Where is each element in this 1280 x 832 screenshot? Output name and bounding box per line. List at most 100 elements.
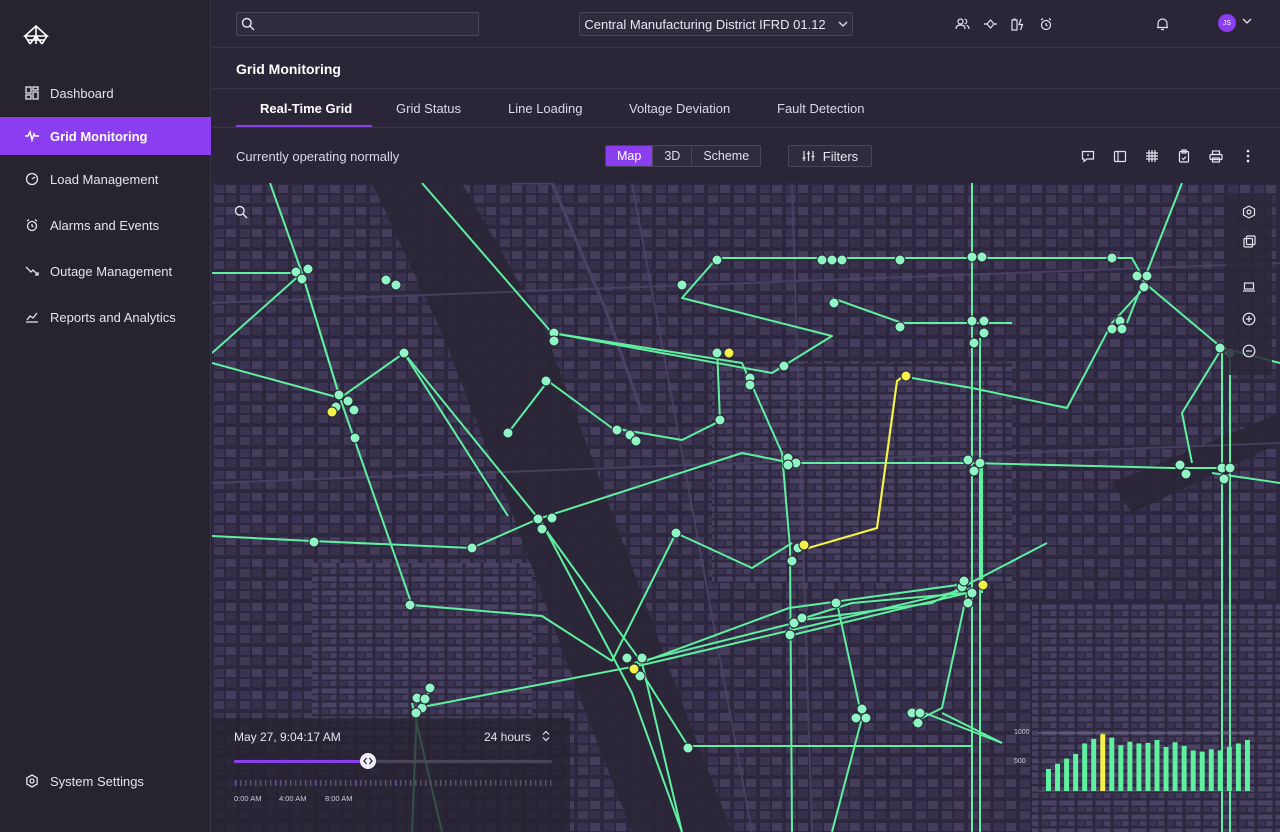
grid-node	[621, 652, 633, 664]
users-icon[interactable]	[954, 16, 970, 32]
grid-node	[611, 424, 623, 436]
tick-label: 4:00 AM	[279, 794, 307, 803]
grid-node	[404, 599, 416, 611]
timeline-tick	[335, 780, 337, 786]
grid-node	[816, 254, 828, 266]
more-vertical-icon[interactable]	[1240, 148, 1256, 164]
search-input[interactable]	[236, 12, 479, 36]
grid-icon[interactable]	[1144, 148, 1160, 164]
zoom-in-icon[interactable]	[1242, 312, 1256, 326]
grid-node	[1141, 270, 1153, 282]
histogram-bar	[1145, 742, 1151, 791]
histogram-bar	[1244, 739, 1250, 791]
timeline-tick	[320, 780, 322, 786]
sidebar-item-label: Load Management	[50, 171, 159, 187]
timeline-tick	[235, 780, 237, 786]
timeline-tick	[465, 780, 467, 786]
timeline-tick	[355, 780, 357, 786]
chevron-down-icon[interactable]	[1242, 18, 1252, 24]
copy-icon[interactable]	[1242, 234, 1256, 248]
divider	[212, 127, 1280, 128]
tab-fault-detection[interactable]: Fault Detection	[777, 101, 864, 116]
timeline-tick	[500, 780, 502, 786]
sidebar-item-dashboard[interactable]: Dashboard	[0, 74, 211, 112]
view-map-button[interactable]: Map	[606, 146, 653, 166]
laptop-icon[interactable]	[1242, 280, 1256, 294]
grid-node	[711, 254, 723, 266]
sidebar-item-outage-management[interactable]: Outage Management	[0, 252, 211, 290]
grid-node	[836, 254, 848, 266]
tab-grid-status[interactable]: Grid Status	[396, 101, 461, 116]
tab-voltage-deviation[interactable]: Voltage Deviation	[629, 101, 730, 116]
search-icon	[241, 17, 255, 31]
timeline-tick	[265, 780, 267, 786]
sidebar-item-reports-and-analytics[interactable]: Reports and Analytics	[0, 298, 211, 336]
timeline-tick	[350, 780, 352, 786]
grid-node	[976, 251, 988, 263]
sidebar-item-alarms-and-events[interactable]: Alarms and Events	[0, 206, 211, 244]
grid-node	[796, 612, 808, 624]
timeline-tick	[405, 780, 407, 786]
zoom-out-icon[interactable]	[1242, 344, 1256, 358]
load-histogram: 1000 500	[1008, 725, 1258, 797]
layers-icon[interactable]	[1242, 205, 1256, 219]
tick-label: 0:00 AM	[234, 794, 262, 803]
timeline-tick	[440, 780, 442, 786]
grid-node	[856, 703, 868, 715]
grid-node	[466, 542, 478, 554]
timeline-tick	[420, 780, 422, 786]
district-select-value: Central Manufacturing District IFRD 01.1…	[584, 16, 826, 32]
view-toggle: Map 3D Scheme	[605, 145, 762, 167]
tab-line-loading[interactable]: Line Loading	[508, 101, 582, 116]
comment-icon[interactable]	[1080, 148, 1096, 164]
alarm-clock-icon[interactable]	[1038, 16, 1054, 32]
timeline-slider-fill	[234, 760, 368, 763]
filters-button[interactable]: Filters	[788, 145, 872, 167]
sidebar-item-system-settings[interactable]: System Settings	[0, 762, 211, 800]
timeline-tick	[460, 780, 462, 786]
histogram-bar	[1226, 746, 1232, 791]
timeline-date: May 27, 9:04:17 AM	[234, 730, 341, 744]
timeline-tick	[380, 780, 382, 786]
timeline-tick	[480, 780, 482, 786]
panel-icon[interactable]	[1112, 148, 1128, 164]
timeline-slider-handle[interactable]	[359, 753, 376, 769]
timeline-tick	[280, 780, 282, 786]
battery-charge-icon[interactable]	[1010, 16, 1026, 32]
node-link-icon[interactable]	[982, 16, 998, 32]
chevron-up-down-icon[interactable]	[542, 730, 550, 742]
histogram-bar	[1217, 750, 1223, 791]
histogram-bar	[1073, 753, 1079, 791]
map-view[interactable]: May 27, 9:04:17 AM 24 hours 0:00 AM 4:00…	[212, 183, 1280, 832]
histogram-bar	[1235, 743, 1241, 791]
district-select[interactable]: Central Manufacturing District IFRD 01.1…	[579, 12, 853, 36]
view-scheme-button[interactable]: Scheme	[691, 146, 761, 166]
sidebar-item-load-management[interactable]: Load Management	[0, 160, 211, 198]
histogram-bar	[1046, 768, 1051, 791]
grid-node	[1138, 281, 1150, 293]
histogram-bar	[1199, 751, 1205, 791]
sidebar-item-grid-monitoring[interactable]: Grid Monitoring	[0, 117, 211, 155]
print-icon[interactable]	[1208, 148, 1224, 164]
timeline-tick	[490, 780, 492, 786]
histogram-bar	[1127, 741, 1133, 791]
timeline-tick	[390, 780, 392, 786]
avatar[interactable]: JS	[1218, 14, 1236, 32]
timeline-range-select[interactable]: 24 hours	[484, 730, 531, 744]
view-3d-button[interactable]: 3D	[652, 146, 692, 166]
timeline-tick	[290, 780, 292, 786]
chevron-down-icon	[838, 21, 848, 27]
map-search-icon[interactable]	[234, 205, 248, 219]
grid-node-warning	[798, 539, 810, 551]
grid-node	[894, 321, 906, 333]
clipboard-icon[interactable]	[1176, 148, 1192, 164]
line-chart-icon	[24, 309, 40, 325]
tab-real-time-grid[interactable]: Real-Time Grid	[260, 101, 352, 116]
timeline-tick	[315, 780, 317, 786]
timeline-tick	[300, 780, 302, 786]
timeline-tick	[240, 780, 242, 786]
sidebar-item-label: Alarms and Events	[50, 217, 160, 233]
timeline-slider[interactable]	[234, 753, 552, 769]
bell-icon[interactable]	[1154, 16, 1170, 32]
grid-node-warning	[326, 406, 338, 418]
